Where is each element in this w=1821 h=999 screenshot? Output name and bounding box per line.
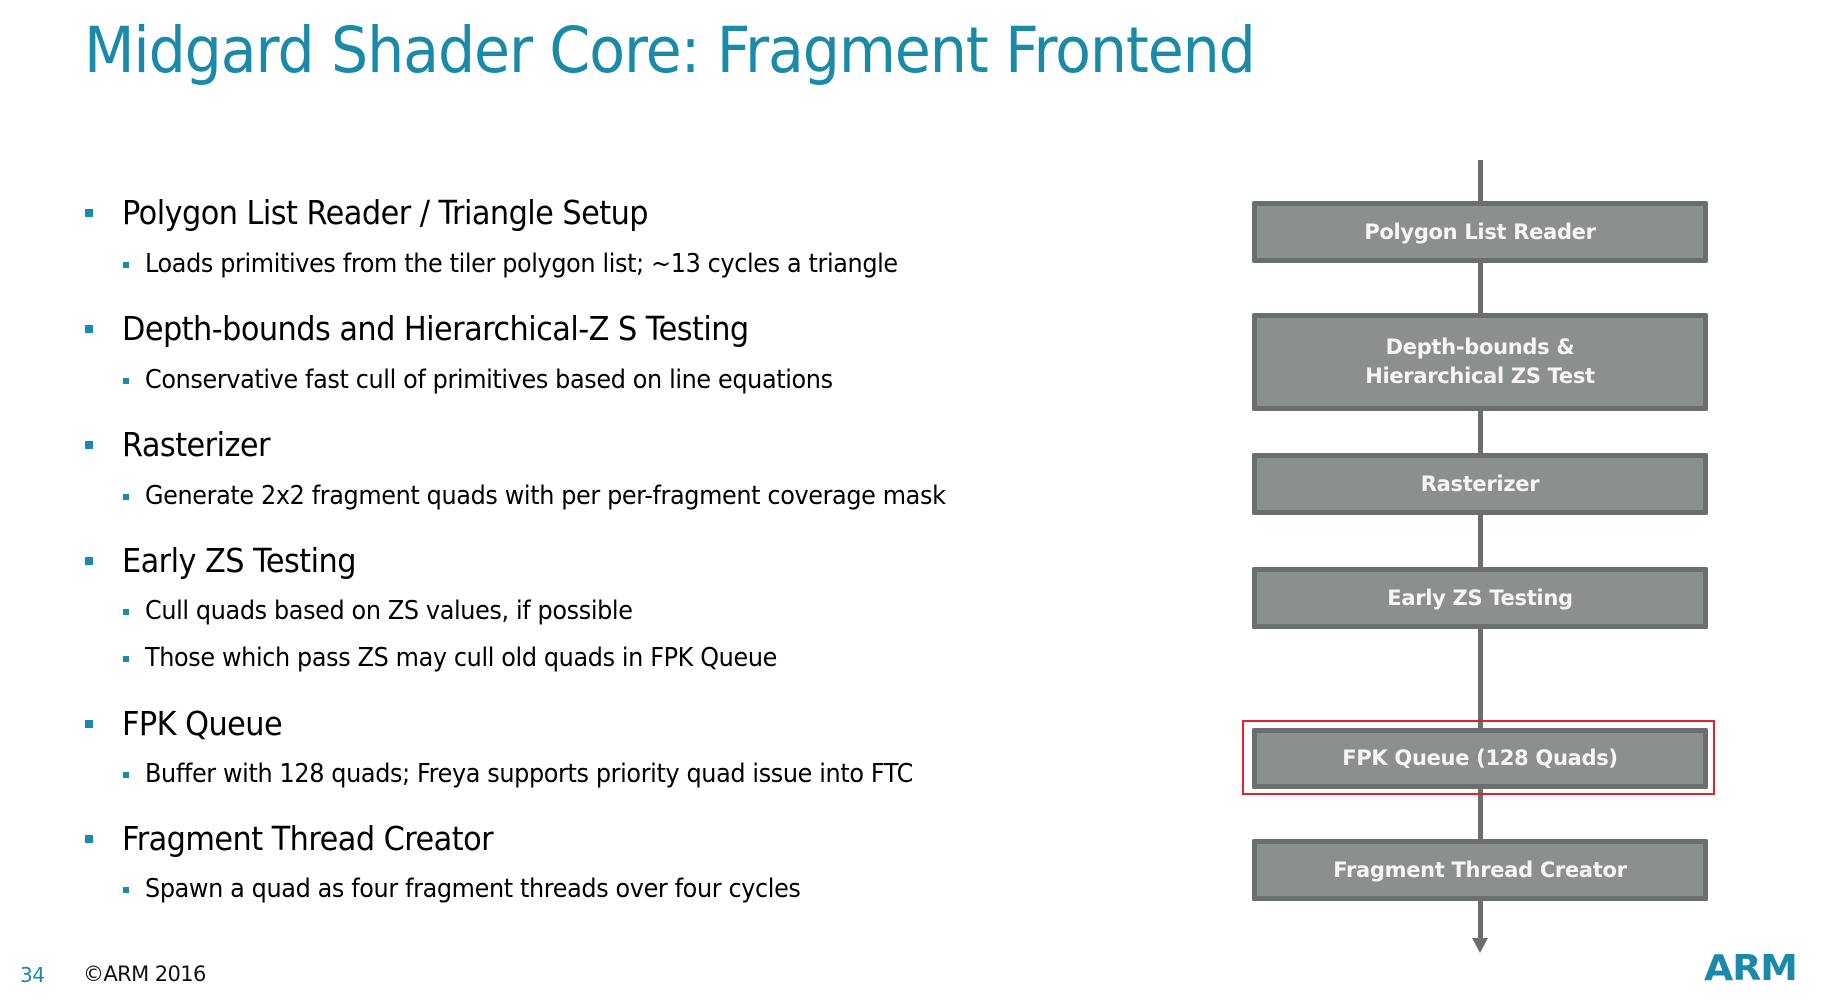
bullet-marker-icon bbox=[123, 609, 129, 615]
page-number: 34 bbox=[20, 963, 45, 987]
bullet-marker-icon bbox=[123, 772, 129, 778]
bullet-marker-icon bbox=[85, 209, 93, 217]
bullet-marker-icon bbox=[85, 557, 93, 565]
arm-logo: ARM bbox=[1704, 948, 1798, 989]
flow-line bbox=[1478, 160, 1483, 942]
bullet-marker-icon bbox=[123, 494, 129, 500]
stage-rasterizer: Rasterizer bbox=[1252, 453, 1708, 515]
bullet-marker-icon bbox=[85, 325, 93, 333]
bullet-marker-icon bbox=[123, 378, 129, 384]
highlight-outline bbox=[1242, 720, 1715, 795]
stage-polygon-list-reader: Polygon List Reader bbox=[1252, 201, 1708, 263]
stage-depth-bounds-hierarchical-zs: Depth-bounds & Hierarchical ZS Test bbox=[1252, 313, 1708, 411]
bullet-marker-icon bbox=[123, 656, 129, 662]
bullet-marker-icon bbox=[123, 262, 129, 268]
copyright: ©ARM 2016 bbox=[83, 962, 206, 986]
arrow-down-icon bbox=[1472, 938, 1488, 953]
bullet-marker-icon bbox=[85, 720, 93, 728]
bullet-marker-icon bbox=[85, 835, 93, 843]
slide-title: Midgard Shader Core: Fragment Frontend bbox=[84, 14, 1256, 87]
bullet-marker-icon bbox=[123, 887, 129, 893]
bullet-marker-icon bbox=[85, 441, 93, 449]
stage-early-zs-testing: Early ZS Testing bbox=[1252, 567, 1708, 629]
stage-fragment-thread-creator: Fragment Thread Creator bbox=[1252, 839, 1708, 901]
